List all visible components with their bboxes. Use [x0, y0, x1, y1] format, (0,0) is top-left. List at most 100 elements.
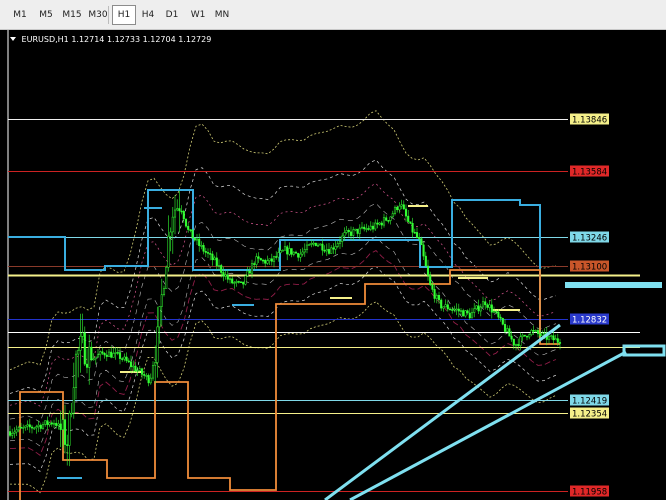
candle-body [140, 368, 144, 375]
candle-body [103, 353, 106, 356]
candle-body [431, 284, 434, 290]
candle-body [187, 225, 190, 230]
timeframe-toolbar: M1 M5 M15 M30 H1 H4 D1 W1 MN [0, 0, 666, 30]
candle-body [550, 335, 553, 337]
candle-body [479, 306, 482, 312]
timeframe-w1-button[interactable]: W1 [186, 5, 210, 25]
candle-body [261, 259, 265, 262]
candle-body [209, 253, 212, 255]
candle-body [486, 304, 489, 308]
price-label-1: 1.13584 [570, 165, 609, 178]
candle-body [33, 427, 36, 430]
indicator-envelope-1 [9, 301, 557, 494]
candle-body [457, 308, 460, 312]
candle-body [385, 217, 388, 221]
candle-body [253, 263, 256, 265]
candle-body [171, 216, 174, 233]
candle-body [191, 229, 194, 239]
candle-body [424, 255, 427, 267]
candle-body [393, 206, 397, 214]
candle-body [389, 216, 392, 221]
candle-body [299, 253, 302, 258]
trend-arrow-lower[interactable] [349, 350, 627, 500]
arrow-head-bar-upper[interactable] [565, 282, 662, 288]
candle-body [514, 344, 518, 346]
candle-body [127, 360, 130, 363]
candle-body [336, 243, 339, 247]
candle-body [305, 244, 309, 250]
candle-body [330, 247, 333, 254]
candle-body [554, 338, 557, 341]
symbol-label: EURUSD,H1 [21, 35, 69, 44]
candle-body [90, 346, 93, 361]
timeframe-m15-button[interactable]: M15 [60, 5, 84, 25]
candle-body [354, 228, 357, 231]
timeframe-m1-button[interactable]: M1 [8, 5, 32, 25]
candle-body [521, 334, 524, 337]
candle-body [281, 249, 284, 252]
open-price: 1.12714 [71, 35, 105, 44]
candle-body [270, 258, 273, 262]
high-price: 1.12733 [106, 35, 141, 44]
candle-body [418, 237, 421, 239]
candle-body [132, 365, 135, 368]
candle-body [13, 431, 16, 434]
candle-body [435, 295, 438, 299]
candle-body [402, 204, 405, 210]
candle-body [523, 334, 526, 337]
candle-body [94, 356, 97, 360]
candle-body [501, 318, 504, 325]
timeframe-m5-button[interactable]: M5 [34, 5, 58, 25]
timeframe-mn-button[interactable]: MN [210, 5, 234, 25]
candle-body [215, 257, 218, 266]
candle-body [294, 251, 298, 254]
candle-body [404, 208, 408, 217]
candle-body [543, 332, 546, 335]
candle-body [484, 301, 487, 306]
arrow-head-bar-lower[interactable] [622, 344, 666, 357]
timeframe-m30-button[interactable]: M30 [86, 5, 110, 25]
candle-body [255, 256, 258, 265]
candle-body [158, 306, 161, 328]
candle-body [15, 429, 18, 433]
candle-body [464, 310, 467, 317]
timeframe-h4-button[interactable]: H4 [136, 5, 160, 25]
candle-body [233, 282, 236, 284]
candle-body [81, 332, 84, 337]
timeframe-d1-button[interactable]: D1 [160, 5, 184, 25]
candlestick-series [8, 190, 562, 467]
candle-body [319, 243, 322, 246]
timeframe-h1-button[interactable]: H1 [112, 5, 136, 25]
candle-body [536, 330, 540, 335]
candle-body [556, 338, 559, 343]
candle-body [519, 336, 522, 346]
candle-body [411, 223, 414, 233]
candle-body [30, 426, 34, 429]
candle-body [222, 272, 225, 277]
chart-canvas[interactable]: 1.13846 1.13584 1.13246 1.13100 1.12832 1.124… [0, 30, 666, 500]
candle-body [327, 249, 331, 254]
candle-body [378, 222, 381, 225]
candle-body [459, 310, 463, 312]
candle-body [391, 213, 394, 218]
price-chart[interactable]: 1.13846 1.13584 1.13246 1.13100 1.12832 1.124… [0, 30, 666, 500]
candle-body [541, 332, 544, 336]
candle-body [149, 377, 152, 384]
candle-body [26, 424, 29, 427]
collapse-triangle-icon[interactable] [10, 37, 16, 41]
candle-body [257, 256, 260, 259]
candle-body [448, 308, 452, 311]
candle-body [169, 231, 172, 237]
price-label-text: 1.13100 [572, 263, 607, 273]
candle-body [534, 330, 537, 332]
candle-body [259, 258, 262, 261]
price-label-text: 1.13846 [572, 116, 607, 126]
candle-body [349, 231, 353, 236]
candle-body [105, 354, 108, 357]
candle-body [409, 221, 412, 224]
candle-body [239, 281, 243, 283]
candle-body [92, 358, 95, 361]
candle-body [442, 306, 445, 309]
candle-body [46, 420, 49, 425]
candle-body [154, 362, 157, 366]
